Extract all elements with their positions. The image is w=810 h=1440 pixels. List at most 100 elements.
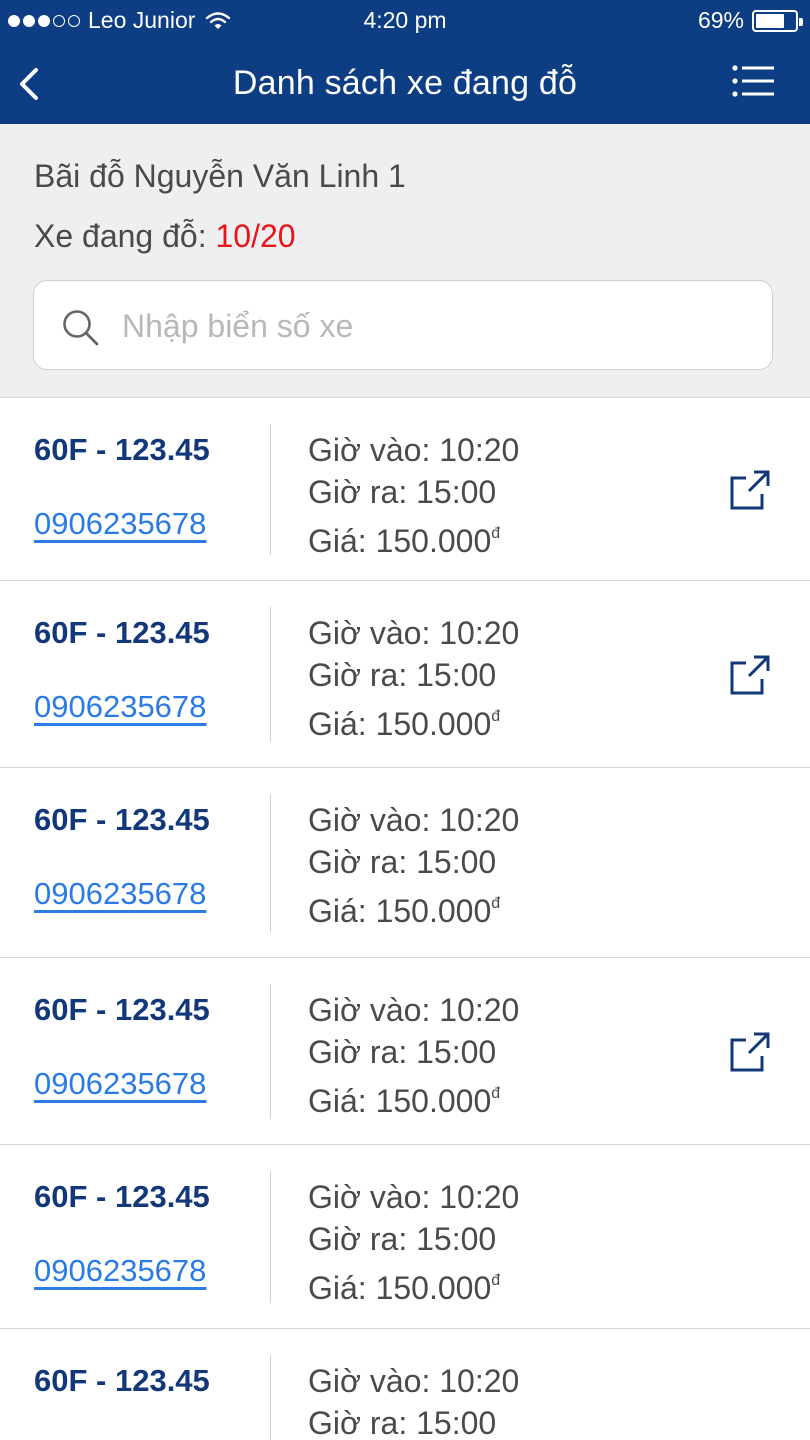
battery-percent: 69% (697, 7, 744, 33)
time-price-details: Giờ vào: 10:20 Giờ ra: 15:00 Giá: 150.000đ (308, 799, 519, 932)
entry-time: Giờ vào: 10:20 (308, 612, 519, 654)
lot-name: Bãi đỗ Nguyễn Văn Linh 1 (34, 158, 406, 194)
parked-count-value: 10/20 (215, 218, 296, 254)
status-right: 69% (697, 7, 803, 34)
entry-time-label: Giờ vào: (308, 432, 440, 468)
column-divider (270, 1171, 271, 1303)
nav-bar: Danh sách xe đang đỗ (0, 42, 810, 124)
search-input[interactable] (122, 299, 742, 353)
time-price-details: Giờ vào: 10:20 Giờ ra: 15:00 Giá: 150.000đ (308, 429, 519, 562)
column-divider (270, 984, 271, 1119)
exit-time-value: 15:00 (416, 657, 497, 693)
exit-time: Giờ ra: 15:00 (308, 841, 519, 883)
list-menu-icon[interactable] (732, 64, 774, 98)
column-divider (270, 1355, 271, 1440)
price: Giá: 150.000đ (308, 1073, 519, 1122)
entry-time-value: 10:20 (439, 802, 520, 838)
time-price-details: Giờ vào: 10:20 Giờ ra: 15:00 Giá: 150.000đ (308, 989, 519, 1122)
price-label: Giá: (308, 523, 376, 559)
price-value: 150.000 (375, 1083, 492, 1119)
price: Giá: 150.000đ (308, 1260, 519, 1309)
license-plate: 60F - 123.45 (34, 432, 210, 467)
column-divider (270, 794, 271, 932)
list-item[interactable]: 60F - 123.45 0906235678 Giờ vào: 10:20 Giờ … (0, 581, 810, 768)
entry-time-label: Giờ vào: (308, 615, 440, 651)
exit-time-label: Giờ ra: (308, 657, 417, 693)
list-item[interactable]: 60F - 123.45 Giờ vào: 10:20 Giờ ra: 15:00 (0, 1329, 810, 1440)
parked-count: Xe đang đỗ: 10/20 (34, 218, 296, 255)
price-label: Giá: (308, 706, 376, 742)
exit-time: Giờ ra: 15:00 (308, 1218, 519, 1260)
entry-time: Giờ vào: 10:20 (308, 429, 519, 471)
entry-time: Giờ vào: 10:20 (308, 989, 519, 1031)
time-price-details: Giờ vào: 10:20 Giờ ra: 15:00 Giá: 150.000đ (308, 612, 519, 745)
license-plate: 60F - 123.45 (34, 992, 210, 1027)
exit-time: Giờ ra: 15:00 (308, 1402, 519, 1440)
entry-time-label: Giờ vào: (308, 992, 440, 1028)
list-item[interactable]: 60F - 123.45 0906235678 Giờ vào: 10:20 Giờ … (0, 398, 810, 581)
entry-time-value: 10:20 (439, 1363, 520, 1399)
entry-time: Giờ vào: 10:20 (308, 1360, 519, 1402)
list-item[interactable]: 60F - 123.45 0906235678 Giờ vào: 10:20 Giờ … (0, 958, 810, 1145)
currency-symbol: đ (491, 525, 501, 542)
price: Giá: 150.000đ (308, 513, 519, 562)
entry-time-value: 10:20 (439, 992, 520, 1028)
status-time: 4:20 pm (363, 7, 447, 33)
parked-count-label: Xe đang đỗ: (34, 218, 216, 254)
exit-time-label: Giờ ra: (308, 474, 417, 510)
time-price-details: Giờ vào: 10:20 Giờ ra: 15:00 Giá: 150.000đ (308, 1176, 519, 1309)
phone-link[interactable]: 0906235678 (34, 1066, 206, 1102)
entry-time-label: Giờ vào: (308, 1179, 440, 1215)
phone-link[interactable]: 0906235678 (34, 506, 206, 542)
price-label: Giá: (308, 1270, 376, 1306)
vehicle-list: 60F - 123.45 0906235678 Giờ vào: 10:20 Giờ … (0, 398, 810, 1440)
price-value: 150.000 (375, 893, 492, 929)
list-item[interactable]: 60F - 123.45 0906235678 Giờ vào: 10:20 Giờ … (0, 768, 810, 958)
search-box[interactable] (33, 280, 773, 370)
price-value: 150.000 (375, 706, 492, 742)
lot-info-panel: Bãi đỗ Nguyễn Văn Linh 1 Xe đang đỗ: 10/… (0, 124, 810, 398)
price: Giá: 150.000đ (308, 696, 519, 745)
open-external-icon[interactable] (728, 466, 774, 512)
open-external-icon[interactable] (728, 651, 774, 697)
battery-icon (752, 9, 803, 32)
phone-link[interactable]: 0906235678 (34, 1253, 206, 1289)
exit-time: Giờ ra: 15:00 (308, 471, 519, 513)
entry-time-label: Giờ vào: (308, 802, 440, 838)
exit-time-value: 15:00 (416, 1221, 497, 1257)
status-bar: Leo Junior 4:20 pm 69% (0, 0, 810, 42)
currency-symbol: đ (491, 708, 501, 725)
time-price-details: Giờ vào: 10:20 Giờ ra: 15:00 (308, 1360, 519, 1440)
phone-link[interactable]: 0906235678 (34, 876, 206, 912)
price-label: Giá: (308, 893, 376, 929)
price-value: 150.000 (375, 1270, 492, 1306)
exit-time-label: Giờ ra: (308, 1405, 417, 1440)
exit-time-value: 15:00 (416, 844, 497, 880)
price-label: Giá: (308, 1083, 376, 1119)
column-divider (270, 424, 271, 555)
exit-time-value: 15:00 (416, 1405, 497, 1440)
license-plate: 60F - 123.45 (34, 1179, 210, 1214)
exit-time: Giờ ra: 15:00 (308, 654, 519, 696)
exit-time-value: 15:00 (416, 1034, 497, 1070)
exit-time-value: 15:00 (416, 474, 497, 510)
exit-time-label: Giờ ra: (308, 1221, 417, 1257)
open-external-icon[interactable] (728, 1028, 774, 1074)
license-plate: 60F - 123.45 (34, 802, 210, 837)
license-plate: 60F - 123.45 (34, 1363, 210, 1398)
page-title: Danh sách xe đang đỗ (232, 64, 578, 102)
search-icon (63, 310, 99, 346)
exit-time-label: Giờ ra: (308, 1034, 417, 1070)
price-value: 150.000 (375, 523, 492, 559)
entry-time-value: 10:20 (439, 1179, 520, 1215)
list-item[interactable]: 60F - 123.45 0906235678 Giờ vào: 10:20 Giờ … (0, 1145, 810, 1329)
entry-time: Giờ vào: 10:20 (308, 799, 519, 841)
entry-time-value: 10:20 (439, 615, 520, 651)
phone-link[interactable]: 0906235678 (34, 689, 206, 725)
column-divider (270, 607, 271, 742)
exit-time: Giờ ra: 15:00 (308, 1031, 519, 1073)
price: Giá: 150.000đ (308, 883, 519, 932)
entry-time-value: 10:20 (439, 432, 520, 468)
app-header: Leo Junior 4:20 pm 69% Danh sách xe đang… (0, 0, 810, 124)
entry-time: Giờ vào: 10:20 (308, 1176, 519, 1218)
